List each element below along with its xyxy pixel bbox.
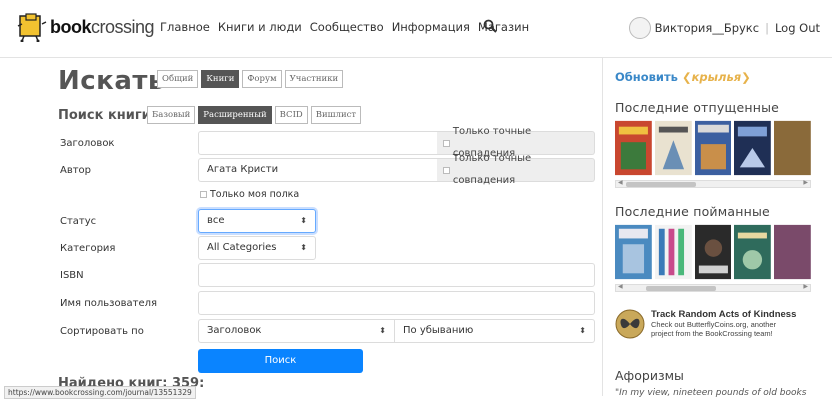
scroll-right-icon[interactable]: ▶	[803, 283, 808, 290]
divider: |	[765, 21, 769, 35]
promo-title: Track Random Acts of Kindness	[651, 309, 797, 320]
category-select[interactable]: All Categories ⬍	[198, 236, 316, 260]
tab-bcid[interactable]: BCID	[274, 106, 308, 124]
book-cover[interactable]	[615, 120, 652, 176]
nav-item-community[interactable]: Сообщество	[310, 20, 384, 34]
book-cover[interactable]	[654, 120, 692, 176]
tab-general[interactable]: Общий	[157, 70, 199, 88]
site-header: bookcrossing Главное Книги и люди Сообще…	[0, 0, 832, 58]
page-title: Искать	[58, 66, 165, 96]
category-select-value: All Categories	[207, 242, 277, 253]
wings-label: ❮крылья❯	[681, 70, 751, 84]
scroll-left-icon[interactable]: ◀	[618, 179, 623, 186]
aphorism-text: "In my view, nineteen pounds of old book…	[615, 388, 807, 398]
caught-scrollbar[interactable]: ◀ ▶	[615, 283, 811, 292]
book-cover[interactable]	[654, 224, 692, 280]
scroll-right-icon[interactable]: ▶	[803, 179, 808, 186]
my-shelf-option[interactable]: Только моя полка	[200, 189, 299, 200]
isbn-input[interactable]	[198, 263, 595, 287]
search-icon[interactable]	[483, 19, 497, 33]
book-cover[interactable]	[734, 120, 772, 176]
book-search-mode-tabs: Базовый Расширенный BCID Вишлист	[147, 106, 364, 124]
refresh-label: Обновить	[615, 70, 678, 84]
username-input[interactable]	[198, 291, 595, 315]
title-label: Заголовок	[60, 138, 115, 149]
search-type-tabs: Общий Книги Форум Участники	[157, 70, 346, 88]
author-exact-checkbox[interactable]	[443, 166, 450, 174]
nav-item-info[interactable]: Информация	[392, 20, 470, 34]
updown-caret-icon: ⬍	[300, 243, 307, 252]
tab-forum[interactable]: Форум	[242, 70, 282, 88]
logo[interactable]: bookcrossing	[16, 12, 155, 42]
sort-order-select[interactable]: По убыванию ⬍	[394, 319, 595, 343]
recently-caught-title: Последние пойманные	[615, 204, 770, 219]
tab-members[interactable]: Участники	[284, 70, 344, 88]
category-label: Категория	[60, 243, 116, 254]
book-search-title: Поиск книги	[58, 108, 151, 123]
book-cover[interactable]	[734, 224, 772, 280]
sidebar: Обновить ❮крылья❯ Последние отпущенные ◀…	[602, 58, 832, 398]
updown-caret-icon: ⬍	[579, 326, 586, 335]
aphorisms-title: Афоризмы	[615, 368, 684, 383]
isbn-label: ISBN	[60, 270, 84, 281]
title-input[interactable]	[198, 131, 438, 155]
status-label: Статус	[60, 216, 97, 227]
main-nav: Главное Книги и люди Сообщество Информац…	[160, 20, 529, 34]
status-select[interactable]: все ⬍	[198, 209, 316, 233]
my-shelf-label: Только моя полка	[210, 189, 300, 200]
scrollbar-thumb[interactable]	[646, 286, 716, 291]
released-books-strip	[615, 120, 811, 180]
my-shelf-checkbox[interactable]	[200, 191, 207, 198]
sort-field-select[interactable]: Заголовок ⬍	[198, 319, 395, 343]
logo-text: bookcrossing	[50, 16, 155, 37]
promo-line: project from the BookCrossing team!	[651, 329, 773, 338]
updown-caret-icon: ⬍	[379, 326, 386, 335]
avatar[interactable]	[628, 17, 651, 39]
user-name-link[interactable]: Виктория__Брукс	[655, 21, 760, 35]
book-cover[interactable]	[774, 120, 811, 176]
author-input[interactable]: Агата Кристи	[198, 158, 438, 182]
tab-advanced[interactable]: Расширенный	[198, 106, 272, 124]
caught-books-strip	[615, 224, 811, 284]
author-label: Автор	[60, 165, 92, 176]
sort-order-value: По убыванию	[403, 325, 474, 336]
scrollbar-thumb[interactable]	[626, 182, 696, 187]
butterfly-coin-icon	[615, 309, 645, 339]
search-panel: Искать Общий Книги Форум Участники Поиск…	[0, 58, 600, 399]
book-cover[interactable]	[694, 224, 732, 280]
scroll-left-icon[interactable]: ◀	[618, 283, 623, 290]
book-cover[interactable]	[615, 224, 652, 280]
user-menu: Виктория__Брукс | Log Out	[628, 17, 820, 39]
tab-wishlist[interactable]: Вишлист	[310, 106, 362, 124]
promo-line: Check out ButterflyCoins.org, another	[651, 320, 777, 329]
promo-text: Track Random Acts of Kindness Check out …	[651, 309, 796, 345]
status-select-value: все	[207, 215, 225, 226]
logout-link[interactable]: Log Out	[775, 21, 820, 35]
tab-books[interactable]: Книги	[201, 70, 240, 88]
butterflycoins-promo[interactable]: Track Random Acts of Kindness Check out …	[615, 309, 811, 345]
updown-caret-icon: ⬍	[300, 216, 307, 225]
refresh-wings-link[interactable]: Обновить ❮крылья❯	[615, 70, 751, 84]
title-exact-checkbox[interactable]	[443, 139, 450, 147]
recently-released-title: Последние отпущенные	[615, 100, 780, 115]
search-button[interactable]: Поиск	[198, 349, 363, 373]
book-mascot-icon	[17, 13, 47, 42]
nav-item-home[interactable]: Главное	[160, 20, 210, 34]
author-exact-label: Только точные совпадения	[452, 153, 532, 186]
sort-field-value: Заголовок	[207, 325, 262, 336]
sort-label: Сортировать по	[60, 326, 144, 337]
tab-basic[interactable]: Базовый	[147, 106, 196, 124]
status-bar-url: https://www.bookcrossing.com/journal/135…	[4, 386, 196, 399]
nav-item-books-people[interactable]: Книги и люди	[218, 20, 302, 34]
author-exact-match[interactable]: Только точные совпадения	[437, 153, 595, 186]
released-scrollbar[interactable]: ◀ ▶	[615, 179, 811, 188]
book-cover[interactable]	[694, 120, 732, 176]
book-cover[interactable]	[774, 224, 811, 280]
username-label: Имя пользователя	[60, 298, 158, 309]
